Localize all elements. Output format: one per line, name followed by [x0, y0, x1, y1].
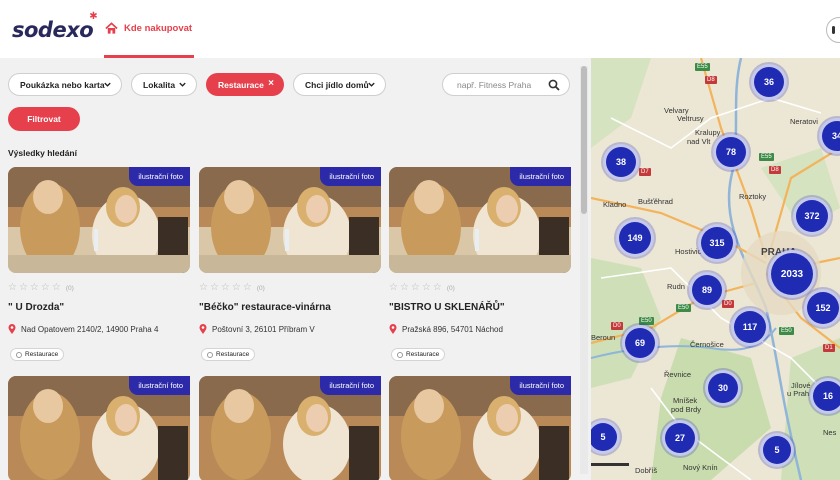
rating-count: (0)	[256, 285, 265, 292]
road-shield: D0	[611, 322, 623, 330]
map-cluster-marker[interactable]: 27	[662, 420, 698, 456]
map-label: Dobříš	[635, 466, 658, 475]
location-pin-icon	[8, 324, 16, 334]
map-cluster-marker[interactable]: 372	[793, 197, 831, 235]
chevron-down-icon	[368, 82, 375, 87]
road-shield: D7	[639, 168, 651, 176]
user-menu-button[interactable]	[826, 17, 840, 43]
search-box	[442, 73, 570, 96]
nav-tab-label: Kde nakupovat	[124, 23, 193, 34]
food-delivery-filter-dropdown[interactable]: Chci jídlo domů	[293, 73, 386, 96]
map-label: Kralupy	[695, 128, 721, 137]
scrollbar-thumb[interactable]	[581, 66, 587, 214]
sodexo-logo[interactable]: sodexo ✱	[12, 11, 98, 42]
map-label: Černošice	[690, 340, 724, 349]
map-cluster-marker[interactable]: 315	[698, 224, 736, 262]
rating-stars: ☆☆☆☆☆ (0)	[8, 282, 74, 293]
map-cluster-marker[interactable]: 2033	[768, 250, 816, 298]
map-label: Veltrusy	[677, 114, 704, 123]
rating-stars: ☆☆☆☆☆ (0)	[199, 282, 265, 293]
results-scrollbar[interactable]	[580, 66, 588, 474]
map-label: Beroun	[591, 333, 616, 342]
map-label: Nový Knín	[683, 463, 718, 472]
map-label: Roztoky	[739, 192, 767, 201]
illustration-photo-badge: ilustrační foto	[320, 376, 381, 395]
location-pin-icon	[389, 324, 397, 334]
road-shield: E50	[676, 304, 691, 312]
road-shield: D8	[769, 166, 781, 174]
restaurant-name[interactable]: " U Drozda"	[8, 302, 64, 313]
nav-tab-where-to-shop[interactable]: Kde nakupovat	[104, 0, 194, 58]
search-icon[interactable]	[548, 79, 560, 91]
rating-stars: ☆☆☆☆☆ (0)	[389, 282, 455, 293]
search-input[interactable]	[457, 78, 547, 92]
top-header: sodexo ✱ Kde nakupovat	[0, 0, 840, 58]
map-label: Kladno	[603, 200, 627, 209]
map-cluster-marker[interactable]: 152	[804, 289, 840, 327]
road-shield: E55	[695, 63, 710, 71]
restaurant-address: Nad Opatovem 2140/2, 14900 Praha 4	[21, 325, 159, 334]
remove-filter-icon[interactable]: ×	[268, 78, 274, 89]
map-cluster-marker[interactable]: 89	[689, 272, 725, 308]
logo-star-icon: ✱	[89, 11, 98, 22]
map-view[interactable]: Velvary Veltrusy Kralupy nad Vlt Neratov…	[591, 58, 840, 480]
road-shield: D0	[722, 300, 734, 308]
road-shield: D1	[823, 344, 835, 352]
filter-button[interactable]: Filtrovat	[8, 107, 80, 131]
restaurant-address: Pražská 896, 54701 Náchod	[402, 325, 503, 334]
road-shield: E55	[759, 153, 774, 161]
map-label: nad Vlt	[687, 137, 711, 146]
chevron-down-icon	[104, 82, 111, 87]
illustration-photo-badge: ilustrační foto	[129, 167, 190, 186]
illustration-photo-badge: ilustrační foto	[510, 376, 571, 395]
map-cluster-marker[interactable]: 78	[713, 134, 749, 170]
map-cluster-marker[interactable]: 69	[622, 325, 658, 361]
road-shield: D8	[705, 76, 717, 84]
map-label: u Prah	[787, 389, 810, 398]
restaurant-name[interactable]: "BISTRO U SKLENÁŘŮ"	[389, 302, 505, 313]
road-shield: E50	[779, 327, 794, 335]
map-label: Nes	[823, 428, 837, 437]
map-cluster-marker[interactable]: 36	[751, 64, 787, 100]
map-cluster-marker[interactable]: 117	[731, 308, 769, 346]
category-tag: Restaurace	[391, 348, 446, 361]
restaurant-name[interactable]: "Béčko" restaurace-vinárna	[199, 302, 331, 313]
map-label: pod Brdy	[671, 405, 702, 414]
chevron-down-icon	[179, 82, 186, 87]
map-label: Neratovi	[790, 117, 818, 126]
map-cluster-marker[interactable]: 149	[616, 219, 654, 257]
road-shield: E50	[639, 317, 654, 325]
location-pin-icon	[199, 324, 207, 334]
results-panel: Poukázka nebo karta Lokalita Restaurace …	[0, 58, 591, 480]
map-label: Bušťěhrad	[638, 197, 673, 206]
map-label: Mníšek	[673, 396, 698, 405]
map-label: Rudn	[667, 282, 685, 291]
home-icon	[105, 22, 118, 34]
map-cluster-marker[interactable]: 30	[705, 370, 741, 406]
rating-count: (0)	[65, 285, 74, 292]
category-tag: Restaurace	[10, 348, 65, 361]
map-cluster-marker[interactable]: 16	[810, 378, 840, 414]
category-tag: Restaurace	[201, 348, 256, 361]
illustration-photo-badge: ilustrační foto	[320, 167, 381, 186]
illustration-photo-badge: ilustrační foto	[510, 167, 571, 186]
map-label: Řevnice	[664, 370, 692, 379]
category-filter-chip[interactable]: Restaurace ×	[206, 73, 284, 96]
map-cluster-marker[interactable]: 38	[603, 144, 639, 180]
voucher-filter-dropdown[interactable]: Poukázka nebo karta	[8, 73, 122, 96]
rating-count: (0)	[446, 285, 455, 292]
illustration-photo-badge: ilustrační foto	[129, 376, 190, 395]
results-heading: Výsledky hledání	[8, 148, 77, 158]
location-filter-dropdown[interactable]: Lokalita	[131, 73, 197, 96]
map-cluster-marker[interactable]: 5	[760, 433, 794, 467]
restaurant-address: Poštovní 3, 26101 Příbram V	[212, 325, 315, 334]
